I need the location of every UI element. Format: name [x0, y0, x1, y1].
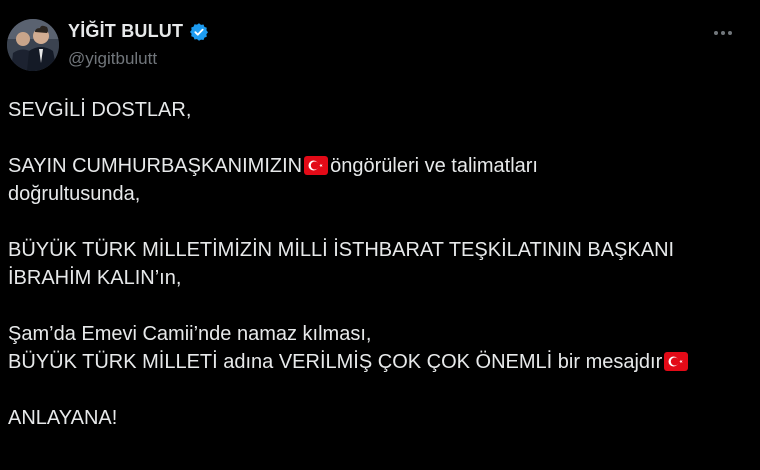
tweet-card: YİĞİT BULUT @yigitbulutt SEVGİLİ DOSTLAR…: [0, 0, 760, 470]
tweet-paragraph-5: ANLAYANA!: [8, 404, 753, 432]
tweet-line: SEVGİLİ DOSTLAR,: [8, 99, 192, 121]
tweet-text-segment: öngörüleri ve talimatları: [330, 155, 538, 177]
tweet-line: BÜYÜK TÜRK MİLLETİ adına VERİLMİŞ ÇOK ÇO…: [8, 348, 753, 376]
tweet-paragraph-2: SAYIN CUMHURBAŞKANIMIZIN öngörüleri ve ta…: [8, 152, 753, 208]
author-handle[interactable]: @yigitbulutt: [68, 49, 157, 69]
avatar[interactable]: [7, 19, 59, 71]
tweet-line: Şam’da Emevi Camii’nde namaz kılması,: [8, 323, 372, 345]
tweet-line: SAYIN CUMHURBAŞKANIMIZIN öngörüleri ve ta…: [8, 152, 753, 180]
tweet-line: BÜYÜK TÜRK MİLLETİMİZİN MİLLİ İSTHBARAT …: [8, 239, 675, 261]
author-name-row: YİĞİT BULUT: [68, 21, 209, 42]
tweet-paragraph-1: SEVGİLİ DOSTLAR,: [8, 96, 753, 124]
tweet-line: ANLAYANA!: [8, 407, 118, 429]
more-horizontal-icon: [714, 31, 718, 35]
more-options-button[interactable]: [708, 22, 738, 44]
turkey-flag-icon: [664, 351, 689, 371]
tweet-line: doğrultusunda,: [8, 183, 141, 205]
verified-badge-icon: [189, 22, 209, 42]
turkey-flag-icon: [304, 155, 329, 175]
tweet-paragraph-3: BÜYÜK TÜRK MİLLETİMİZİN MİLLİ İSTHBARAT …: [8, 236, 753, 292]
avatar-photo: [7, 19, 59, 71]
tweet-paragraph-4: Şam’da Emevi Camii’nde namaz kılması, BÜ…: [8, 320, 753, 376]
tweet-text-segment: BÜYÜK TÜRK MİLLETİ adına VERİLMİŞ ÇOK ÇO…: [8, 351, 663, 373]
tweet-line: İBRAHİM KALIN’ın,: [8, 267, 182, 289]
tweet-text-segment: SAYIN CUMHURBAŞKANIMIZIN: [8, 155, 303, 177]
tweet-text: SEVGİLİ DOSTLAR, SAYIN CUMHURBAŞKANIMIZI…: [8, 96, 753, 460]
author-display-name[interactable]: YİĞİT BULUT: [68, 21, 183, 42]
